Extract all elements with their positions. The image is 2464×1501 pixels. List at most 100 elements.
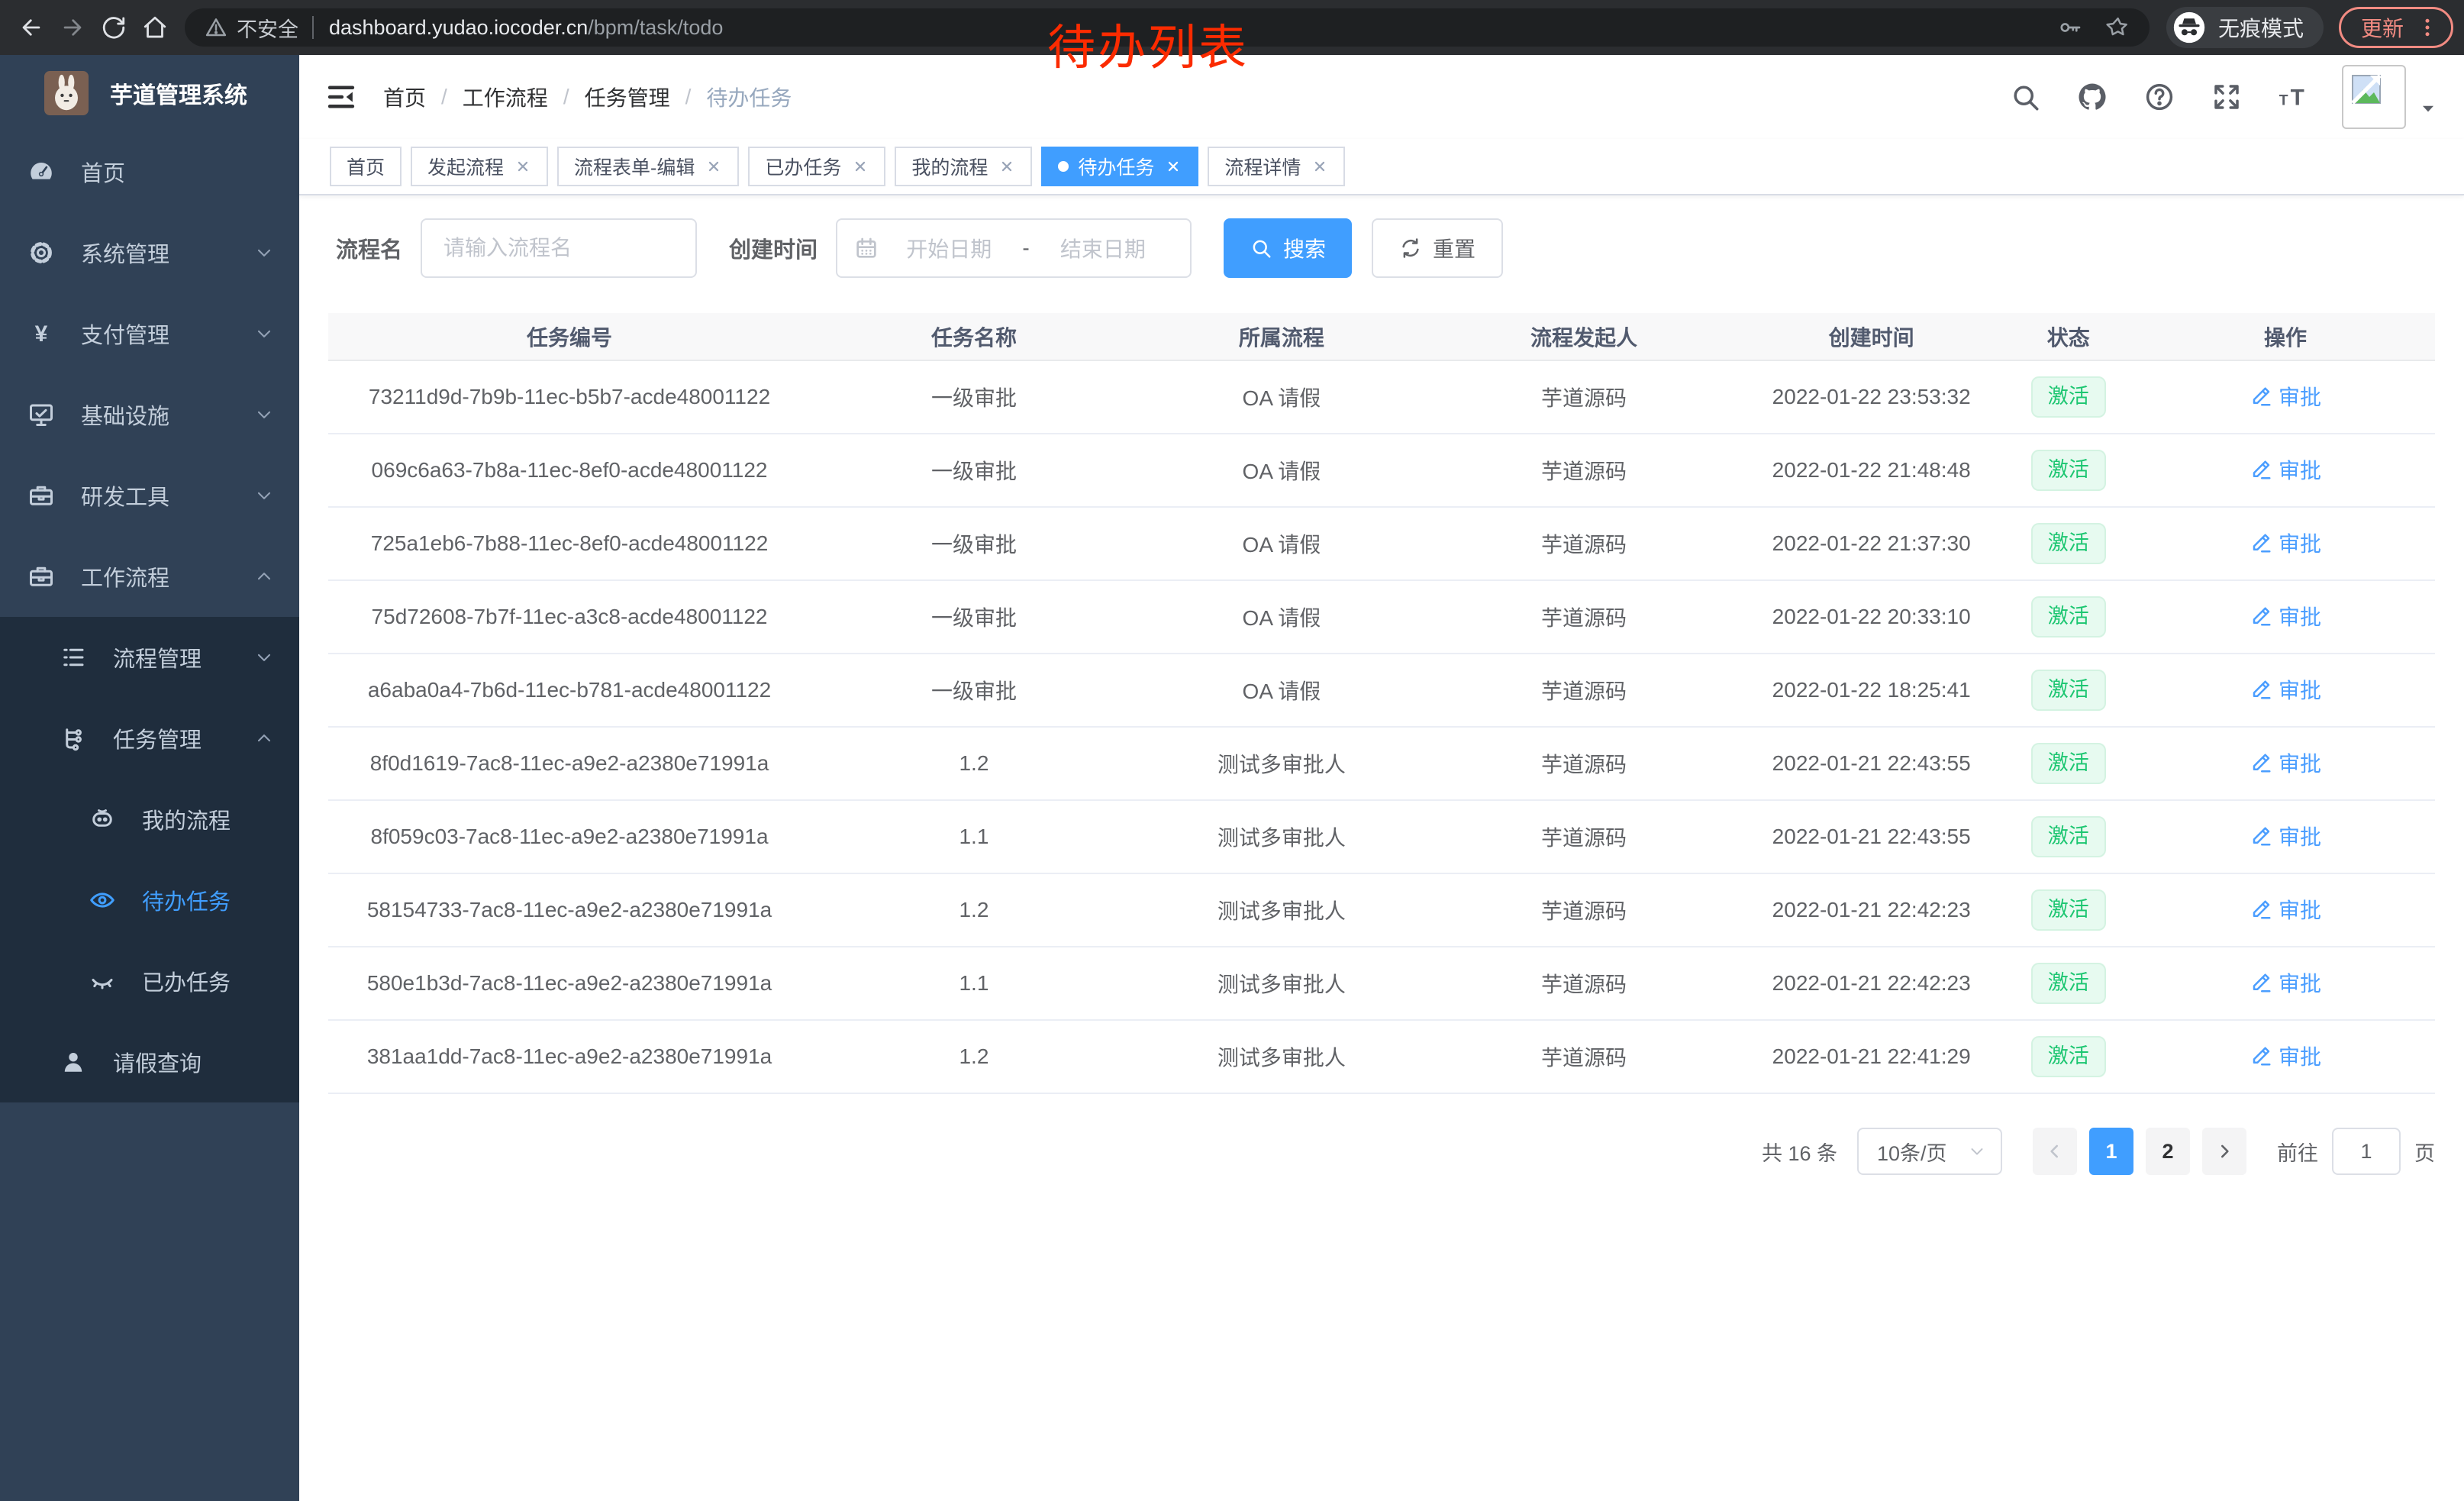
close-icon[interactable] [514, 158, 531, 175]
cell-action: 审批 [2136, 947, 2435, 1020]
avatar[interactable] [2342, 65, 2406, 129]
close-icon[interactable] [852, 158, 869, 175]
page-number-button[interactable]: 2 [2146, 1128, 2190, 1175]
page-size-select[interactable]: 10条/页 [1857, 1128, 2002, 1175]
tab[interactable]: 已办任务 [748, 147, 885, 186]
status-badge: 激活 [2031, 596, 2106, 638]
table-row: 73211d9d-7b9b-11ec-b5b7-acde48001122一级审批… [328, 360, 2435, 434]
gear-icon [27, 239, 55, 266]
approve-link[interactable]: 审批 [2250, 821, 2321, 851]
approve-link[interactable]: 审批 [2250, 967, 2321, 998]
table-row: 75d72608-7b7f-11ec-a3c8-acde48001122一级审批… [328, 580, 2435, 654]
fullscreen-icon[interactable] [2211, 81, 2243, 113]
sidebar-item[interactable]: 系统管理 [0, 212, 299, 293]
tab[interactable]: 流程详情 [1208, 147, 1345, 186]
tab[interactable]: 首页 [330, 147, 402, 186]
font-size-icon[interactable]: TT [2278, 81, 2310, 113]
sidebar-item[interactable]: 我的流程 [0, 779, 299, 860]
security-label[interactable]: 不安全 [237, 13, 298, 43]
cell-id: 8f0d1619-7ac8-11ec-a9e2-a2380e71991a [328, 727, 811, 800]
breadcrumb-item[interactable]: 首页 [383, 82, 426, 112]
rabbit-logo [44, 71, 89, 115]
chevron-down-icon [253, 242, 275, 263]
page-number-button[interactable]: 1 [2089, 1128, 2133, 1175]
sidebar-item[interactable]: 待办任务 [0, 860, 299, 941]
reset-button[interactable]: 重置 [1372, 218, 1503, 278]
sidebar-item[interactable]: 已办任务 [0, 941, 299, 1022]
tab[interactable]: 发起流程 [411, 147, 548, 186]
cell-status: 激活 [2001, 947, 2136, 1020]
star-icon[interactable] [2105, 15, 2130, 40]
breadcrumb-item[interactable]: 任务管理 [585, 82, 670, 112]
date-range-picker[interactable]: 开始日期 - 结束日期 [836, 218, 1192, 278]
cell-initiator: 芋道源码 [1426, 360, 1742, 434]
back-arrow-icon[interactable] [11, 7, 52, 48]
warning-icon[interactable] [205, 16, 227, 39]
tab[interactable]: 待办任务 [1041, 147, 1198, 186]
close-icon[interactable] [705, 158, 722, 175]
end-date-placeholder[interactable]: 结束日期 [1033, 233, 1173, 263]
approve-link[interactable]: 审批 [2250, 1041, 2321, 1071]
sidebar-item[interactable]: 基础设施 [0, 374, 299, 455]
next-page-button[interactable] [2202, 1128, 2246, 1175]
dots-vertical-icon[interactable] [2416, 16, 2439, 39]
url-path: /bpm/task/todo [588, 16, 723, 40]
status-badge: 激活 [2031, 523, 2106, 564]
browser-update-button[interactable]: 更新 [2339, 7, 2453, 48]
sidebar-item[interactable]: ¥支付管理 [0, 293, 299, 374]
tab[interactable]: 我的流程 [895, 147, 1032, 186]
approve-link[interactable]: 审批 [2250, 894, 2321, 925]
chrome-nav-buttons [11, 7, 176, 48]
cell-name: 1.1 [811, 800, 1137, 873]
start-date-placeholder[interactable]: 开始日期 [879, 233, 1019, 263]
sidebar-item[interactable]: 流程管理 [0, 617, 299, 698]
prev-page-button[interactable] [2033, 1128, 2077, 1175]
approve-link[interactable]: 审批 [2250, 454, 2321, 485]
forward-arrow-icon[interactable] [52, 7, 93, 48]
search-icon[interactable] [2009, 81, 2041, 113]
breadcrumb-separator: / [441, 85, 447, 109]
approve-link[interactable]: 审批 [2250, 674, 2321, 705]
breadcrumb-item[interactable]: 工作流程 [463, 82, 548, 112]
cell-action: 审批 [2136, 1020, 2435, 1093]
table-row: a6aba0a4-7b6d-11ec-b781-acde48001122一级审批… [328, 654, 2435, 727]
annotation-overlay-text: 待办列表 [1047, 9, 1249, 79]
approve-link[interactable]: 审批 [2250, 747, 2321, 778]
tab[interactable]: 流程表单-编辑 [557, 147, 739, 186]
sidebar-item[interactable]: 请假查询 [0, 1022, 299, 1102]
close-icon[interactable] [1165, 158, 1182, 175]
briefcase-icon [27, 563, 55, 590]
column-header: 所属流程 [1137, 313, 1426, 360]
reload-icon[interactable] [93, 7, 134, 48]
search-button[interactable]: 搜索 [1224, 218, 1352, 278]
sidebar-item-label: 研发工具 [81, 479, 169, 512]
sidebar-item[interactable]: 研发工具 [0, 455, 299, 536]
approve-label: 审批 [2279, 967, 2321, 998]
help-icon[interactable] [2143, 81, 2175, 113]
cell-time: 2022-01-21 22:43:55 [1742, 800, 2001, 873]
close-icon[interactable] [998, 158, 1015, 175]
sidebar-item[interactable]: 首页 [0, 131, 299, 212]
caret-down-icon[interactable] [2418, 98, 2438, 118]
sidebar-item[interactable]: 工作流程 [0, 536, 299, 617]
status-badge: 激活 [2031, 963, 2106, 1004]
sidebar-logo[interactable]: 芋道管理系统 [0, 55, 299, 131]
key-icon[interactable] [2058, 15, 2082, 40]
sidebar-item[interactable]: 任务管理 [0, 698, 299, 779]
sidebar-item-label: 请假查询 [113, 1046, 202, 1078]
cell-id: 73211d9d-7b9b-11ec-b5b7-acde48001122 [328, 360, 811, 434]
approve-link[interactable]: 审批 [2250, 528, 2321, 558]
chevron-down-icon [253, 323, 275, 344]
github-icon[interactable] [2076, 81, 2108, 113]
approve-link[interactable]: 审批 [2250, 601, 2321, 631]
home-icon[interactable] [134, 7, 176, 48]
approve-link[interactable]: 审批 [2250, 381, 2321, 412]
cell-id: 381aa1dd-7ac8-11ec-a9e2-a2380e71991a [328, 1020, 811, 1093]
process-name-input[interactable] [421, 218, 697, 278]
cell-id: 580e1b3d-7ac8-11ec-a9e2-a2380e71991a [328, 947, 811, 1020]
goto-page-input[interactable] [2332, 1128, 2401, 1175]
close-icon[interactable] [1311, 158, 1328, 175]
edit-pen-icon [2250, 385, 2272, 408]
hamburger-icon[interactable] [325, 81, 357, 113]
sidebar: 芋道管理系统 首页系统管理¥支付管理基础设施研发工具工作流程流程管理任务管理我的… [0, 55, 299, 1501]
